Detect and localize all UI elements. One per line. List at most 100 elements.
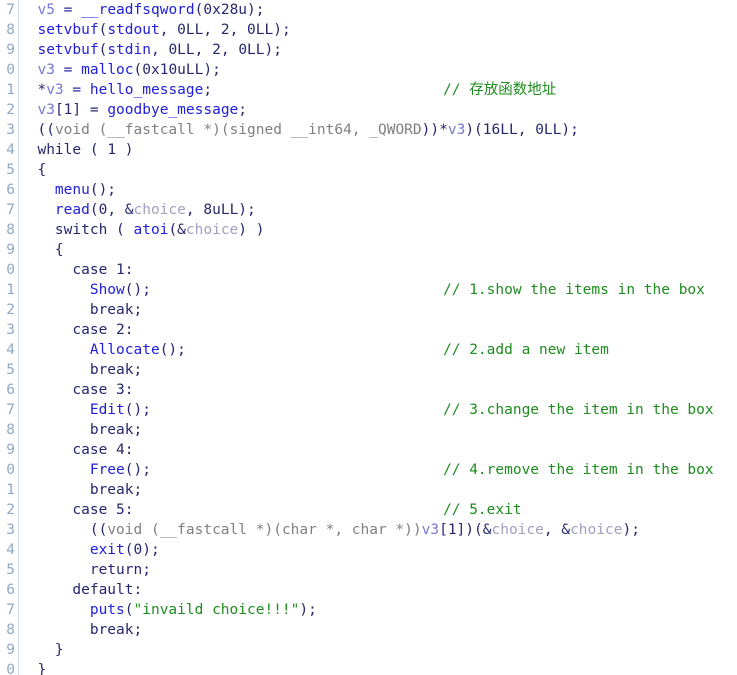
token-punct: ; [133, 482, 143, 498]
line-number: 1 [6, 82, 15, 98]
token-type: *)( [194, 122, 230, 138]
code-line-text: case 2: [20, 322, 133, 338]
code-line[interactable]: break; [20, 480, 737, 500]
code-line[interactable]: case 4: [20, 440, 737, 460]
code-line-text: exit(0); [20, 542, 160, 558]
token-num: 0LL [177, 22, 204, 38]
pseudocode-view[interactable]: 7 8 9 0 1 2 3 4 5 6 7 8 9 0 1 2 3 4 5 6 7 8 9 0 1 2 3 4 5 6 7 8 9 0 v5 = … [0, 0, 737, 675]
code-line[interactable]: break; [20, 620, 737, 640]
token-kw: while [37, 142, 82, 158]
code-line[interactable]: ((void (__fastcall *)(char *, char *))v3… [20, 520, 737, 540]
token-punct [107, 502, 116, 518]
line-number: 2 [6, 102, 15, 118]
token-punct: ); [264, 42, 282, 58]
code-line[interactable]: case 3: [20, 380, 737, 400]
code-line[interactable]: case 5: // 5.exit [20, 500, 737, 520]
token-kw: break [89, 622, 134, 638]
code-line[interactable]: break; [20, 300, 737, 320]
token-num: 0LL [238, 42, 265, 58]
token-kw: break [89, 482, 134, 498]
code-line[interactable]: ((void (__fastcall *)(signed __int64, _Q… [20, 120, 737, 140]
token-local: v3 [37, 62, 55, 78]
token-punct: ; [142, 562, 151, 578]
code-line[interactable]: while ( 1 ) [20, 140, 737, 160]
token-num: 0x28u [203, 2, 248, 18]
token-num: 1 [116, 262, 125, 278]
token-plain: = [54, 2, 82, 18]
line-number: 6 [6, 382, 15, 398]
line-number: 9 [6, 442, 15, 458]
token-punct: [1] = [54, 102, 108, 118]
token-num: 0LL [535, 122, 562, 138]
line-number: 4 [6, 142, 15, 158]
code-line[interactable]: { [20, 160, 737, 180]
code-line[interactable]: *v3 = hello_message; // 存放函数地址 [20, 80, 737, 100]
inline-comment: // 1.show the items in the box [443, 282, 705, 298]
code-line[interactable]: read(0, &choice, 8uLL); [20, 200, 737, 220]
token-punct: { [37, 162, 47, 178]
code-line[interactable]: Free(); // 4.remove the item in the box [20, 460, 737, 480]
line-number: 8 [6, 222, 15, 238]
code-line[interactable]: setvbuf(stdin, 0LL, 2, 0LL); [20, 40, 737, 60]
token-punct: ( [98, 42, 108, 58]
code-line[interactable]: menu(); [20, 180, 737, 200]
code-line[interactable]: v3[1] = goodbye_message; [20, 100, 737, 120]
token-punct: (); [159, 342, 186, 358]
code-line[interactable]: } [20, 640, 737, 660]
code-line[interactable]: { [20, 240, 737, 260]
token-punct: ( [98, 22, 108, 38]
token-punct: ( [81, 142, 108, 158]
line-number: 0 [6, 662, 15, 675]
line-number: 7 [6, 402, 15, 418]
code-line[interactable]: Show(); // 1.show the items in the box [20, 280, 737, 300]
line-number-gutter[interactable]: 7 8 9 0 1 2 3 4 5 6 7 8 9 0 1 2 3 4 5 6 7 8 9 0 1 2 3 4 5 6 7 8 9 0 [0, 0, 19, 675]
code-line-text: break; [20, 482, 142, 498]
line-number: 3 [6, 122, 15, 138]
inline-comment: // 2.add a new item [443, 342, 609, 358]
code-line[interactable]: v5 = __readfsqword(0x28u); [20, 0, 737, 20]
token-punct [107, 262, 116, 278]
line-number: 8 [6, 422, 15, 438]
code-line[interactable]: break; [20, 360, 737, 380]
code-line[interactable]: return; [20, 560, 737, 580]
code-line[interactable]: break; [20, 420, 737, 440]
code-line-text: { [20, 162, 46, 178]
code-line[interactable]: setvbuf(stdout, 0LL, 2, 0LL); [20, 20, 737, 40]
token-punct [107, 442, 116, 458]
code-line-text: default: [20, 582, 142, 598]
code-line[interactable]: case 2: [20, 320, 737, 340]
code-line[interactable]: default: [20, 580, 737, 600]
line-number: 7 [6, 2, 15, 18]
token-kw: case [72, 502, 108, 518]
code-line[interactable]: Edit(); // 3.change the item in the box [20, 400, 737, 420]
line-number: 8 [6, 622, 15, 638]
token-punct: , & [543, 522, 571, 538]
token-punct: ( [89, 202, 99, 218]
code-line[interactable]: switch ( atoi(&choice) ) [20, 220, 737, 240]
token-punct: ); [247, 2, 265, 18]
code-area[interactable]: v5 = __readfsqword(0x28u); setvbuf(stdou… [20, 0, 737, 675]
code-line[interactable]: } [20, 660, 737, 675]
token-kw: break [89, 302, 134, 318]
code-line[interactable]: v3 = malloc(0x10uLL); [20, 60, 737, 80]
token-type [282, 122, 291, 138]
token-punct: , [229, 22, 248, 38]
token-global: choice [570, 522, 623, 538]
code-line[interactable]: puts("invaild choice!!!"); [20, 600, 737, 620]
token-num: 0LL [247, 22, 274, 38]
line-number: 2 [6, 302, 15, 318]
token-num: 3 [116, 382, 125, 398]
code-line[interactable]: exit(0); [20, 540, 737, 560]
token-func: exit [89, 542, 125, 558]
token-type: *)( [247, 522, 282, 538]
token-punct: [1])(& [439, 522, 492, 538]
code-line[interactable]: case 1: [20, 260, 737, 280]
token-punct: , [185, 202, 204, 218]
token-func: Show [89, 282, 125, 298]
code-line-text: break; [20, 422, 142, 438]
token-punct: , [517, 122, 536, 138]
token-func: setvbuf [37, 22, 99, 38]
code-line[interactable]: Allocate(); // 2.add a new item [20, 340, 737, 360]
